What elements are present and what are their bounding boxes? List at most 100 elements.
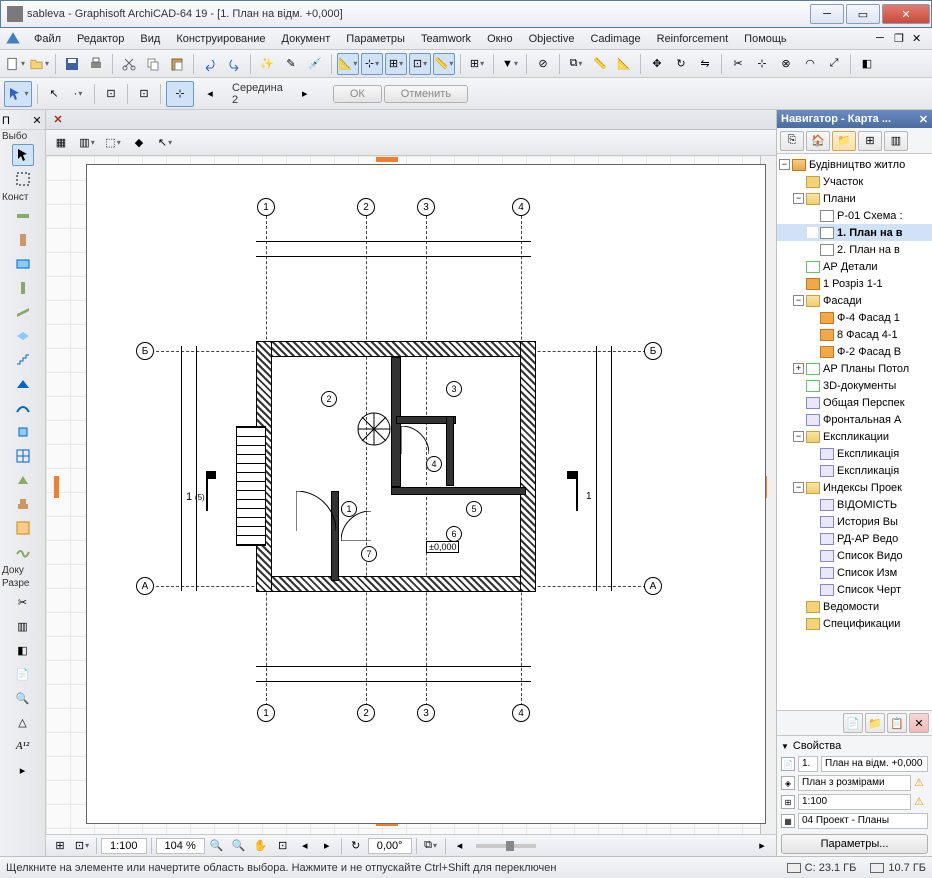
tree-row[interactable]: −Будівництво житло <box>777 156 932 173</box>
tree-row[interactable]: Експликація <box>777 462 932 479</box>
menu-window[interactable]: Окно <box>479 31 521 47</box>
pan-button[interactable]: ✋ <box>251 837 271 855</box>
geometry-point-button[interactable]: ·▾ <box>67 83 89 105</box>
more-tool[interactable]: ▸ <box>12 759 34 781</box>
resize-button[interactable]: ⤢ <box>823 53 845 75</box>
intersect-button[interactable]: ⊗ <box>775 53 797 75</box>
roof-tool[interactable] <box>12 373 34 395</box>
prop-name-field[interactable]: План на відм. +0,000 <box>821 756 928 772</box>
mdi-minimize-icon[interactable]: ─ <box>876 32 892 46</box>
midpoint-prev-button[interactable]: ◂ <box>196 81 224 107</box>
mesh-tool[interactable] <box>12 541 34 563</box>
menu-document[interactable]: Документ <box>274 31 339 47</box>
beam-tool[interactable] <box>12 301 34 323</box>
fillet-button[interactable]: ◠ <box>799 53 821 75</box>
minimize-button[interactable]: ─ <box>810 4 844 24</box>
copy-button[interactable] <box>142 53 164 75</box>
ruler2-button[interactable]: 📐 <box>613 53 635 75</box>
shell-tool[interactable] <box>12 397 34 419</box>
zone-tool[interactable] <box>12 517 34 539</box>
tree-expand-icon[interactable]: − <box>793 193 804 204</box>
tree-row[interactable]: 1. План на в <box>777 224 932 241</box>
maximize-button[interactable]: ▭ <box>846 4 880 24</box>
nav-tab-publisher[interactable]: ⊞ <box>858 131 882 151</box>
section-tool[interactable]: ✂ <box>12 591 34 613</box>
view-mode1-button[interactable]: ▦ <box>50 132 72 154</box>
tree-expand-icon[interactable]: − <box>793 482 804 493</box>
scale-field[interactable]: 1:100 <box>101 838 147 854</box>
detail-tool[interactable]: 🔍 <box>12 687 34 709</box>
nav-new1-button[interactable]: 📄 <box>843 713 863 733</box>
nav-tab-layout[interactable]: 📁 <box>832 131 856 151</box>
menu-objective[interactable]: Objective <box>521 31 583 47</box>
tree-row[interactable]: 8 Фасад 4-1 <box>777 326 932 343</box>
syringe-button[interactable]: 💉 <box>304 53 326 75</box>
save-button[interactable] <box>61 53 83 75</box>
menu-reinforcement[interactable]: Reinforcement <box>649 31 737 47</box>
zoom-field[interactable]: 104 % <box>156 838 205 854</box>
menu-view[interactable]: Вид <box>132 31 168 47</box>
tree-row[interactable]: Ф-2 Фасад В <box>777 343 932 360</box>
menu-edit[interactable]: Редактор <box>69 31 132 47</box>
tree-expand-icon[interactable]: − <box>793 295 804 306</box>
scroll-left-button[interactable]: ◂ <box>450 837 470 855</box>
arrow-tool-icon[interactable]: ▾ <box>4 81 32 107</box>
close-button[interactable]: ✕ <box>882 4 930 24</box>
object-tool[interactable] <box>12 493 34 515</box>
split-button[interactable]: ✂ <box>727 53 749 75</box>
menu-cadimage[interactable]: Cadimage <box>582 31 648 47</box>
marquee-tool[interactable] <box>12 168 34 190</box>
geometry-arrow-button[interactable]: ↖ <box>43 83 65 105</box>
menu-options[interactable]: Параметры <box>338 31 413 47</box>
arrow-tool[interactable] <box>12 144 34 166</box>
navigator-close-icon[interactable]: ✕ <box>919 113 928 126</box>
toolbox-close-icon[interactable]: ✕ <box>31 114 43 127</box>
change-tool[interactable]: △ <box>12 711 34 733</box>
tab-close-icon[interactable]: ✕ <box>50 112 66 128</box>
snap-points-button[interactable]: ⊡▾ <box>409 53 431 75</box>
door-tool[interactable] <box>12 229 34 251</box>
menu-file[interactable]: Файл <box>26 31 69 47</box>
trace-toggle-button[interactable]: ⧉▾ <box>421 837 441 855</box>
next-zoom-button[interactable]: ▸ <box>317 837 337 855</box>
open-button[interactable]: ▾ <box>28 53 50 75</box>
elevation-tool[interactable]: ▥ <box>12 615 34 637</box>
fit-button[interactable]: ⊡ <box>273 837 293 855</box>
tree-row[interactable]: Общая Перспек <box>777 394 932 411</box>
rotate-button[interactable]: ↻ <box>670 53 692 75</box>
worksheet-tool[interactable]: 📄 <box>12 663 34 685</box>
tree-row[interactable]: Експликація <box>777 445 932 462</box>
move-button[interactable]: ✥ <box>646 53 668 75</box>
eyedropper-button[interactable]: ✎ <box>280 53 302 75</box>
midpoint-button[interactable]: ⊹ <box>166 81 194 107</box>
zoom-in-button[interactable]: 🔍 <box>229 837 249 855</box>
tree-row[interactable]: Фронтальная А <box>777 411 932 428</box>
snap-guide2-button[interactable]: ⊹▾ <box>361 53 383 75</box>
view-fill-button[interactable]: ◆ <box>128 132 150 154</box>
props-header[interactable]: Свойства <box>781 738 928 754</box>
morph-tool[interactable] <box>12 469 34 491</box>
tree-expand-icon[interactable]: − <box>779 159 790 170</box>
tree-row[interactable]: Участок <box>777 173 932 190</box>
prop-id-field[interactable]: 1. <box>798 756 818 772</box>
tree-row[interactable]: АР Детали <box>777 258 932 275</box>
measure-button[interactable]: 📏 <box>589 53 611 75</box>
tree-row[interactable]: Список Черт <box>777 581 932 598</box>
slab-tool[interactable] <box>12 325 34 347</box>
curtainwall-tool[interactable] <box>12 445 34 467</box>
mirror-button[interactable]: ⇋ <box>694 53 716 75</box>
redo-button[interactable] <box>223 53 245 75</box>
undo-button[interactable] <box>199 53 221 75</box>
menu-teamwork[interactable]: Teamwork <box>413 31 479 47</box>
trace-button[interactable]: ⧉▾ <box>565 53 587 75</box>
tree-row[interactable]: История Вы <box>777 513 932 530</box>
tree-row[interactable]: +АР Планы Потол <box>777 360 932 377</box>
angle-field[interactable]: 0,00° <box>368 838 412 854</box>
nav-new3-button[interactable]: 📋 <box>887 713 907 733</box>
quick-select-button[interactable]: ⊡ <box>100 83 122 105</box>
prop-layer-field[interactable]: План з розмірами <box>798 775 911 791</box>
nav-new2-button[interactable]: 📁 <box>865 713 885 733</box>
tree-row[interactable]: РД-АР Ведо <box>777 530 932 547</box>
snap-guide1-button[interactable]: 📐▾ <box>337 53 359 75</box>
window-tool[interactable] <box>12 253 34 275</box>
